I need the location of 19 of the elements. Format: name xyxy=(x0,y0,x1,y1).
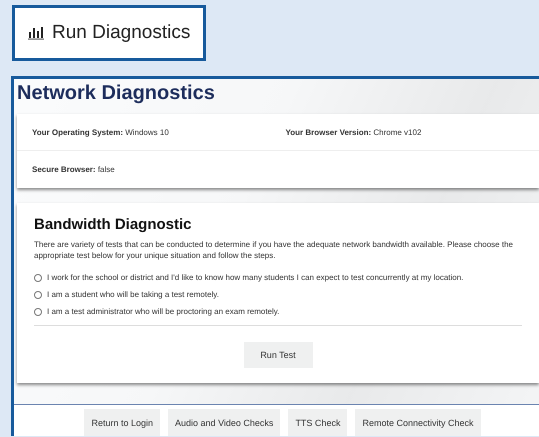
info-text: Your Browser Version: Chrome v102 xyxy=(286,128,422,136)
description-text: There are variety of tests that can be conducted to determine if you have the adequate network bandwidth available. Please choose the appropriate test below for your unique situation and follow the steps. xyxy=(34,239,514,261)
radio-button[interactable] xyxy=(34,274,42,282)
info-text: Secure Browser: false xyxy=(32,164,116,174)
run-diagnostics-button[interactable]: Run Diagnostics xyxy=(12,5,206,61)
radio-button[interactable] xyxy=(34,308,42,316)
page-title: Network Diagnostics xyxy=(16,81,216,106)
option-label: I work for the school or district and I'd like to know how many students I can expect to test concurrently at my location. xyxy=(47,273,464,282)
info-text: Your Operating System: Windows 10 xyxy=(32,128,170,136)
bar-chart-icon xyxy=(28,26,46,40)
footer-button[interactable]: Audio and Video Checks xyxy=(168,409,280,436)
radio-button[interactable] xyxy=(34,290,42,298)
footer-button[interactable]: Return to Login xyxy=(84,409,160,436)
footer-button[interactable]: TTS Check xyxy=(288,409,348,436)
option-label: I am a student who will be taking a test remotely. xyxy=(47,290,219,299)
footer-button[interactable]: Remote Connectivity Check xyxy=(355,409,480,436)
option-label: I am a test administrator who will be proctoring an exam remotely. xyxy=(47,307,280,316)
run-test-button[interactable]: Run Test xyxy=(244,342,312,368)
section-heading: Bandwidth Diagnostic xyxy=(34,216,192,233)
